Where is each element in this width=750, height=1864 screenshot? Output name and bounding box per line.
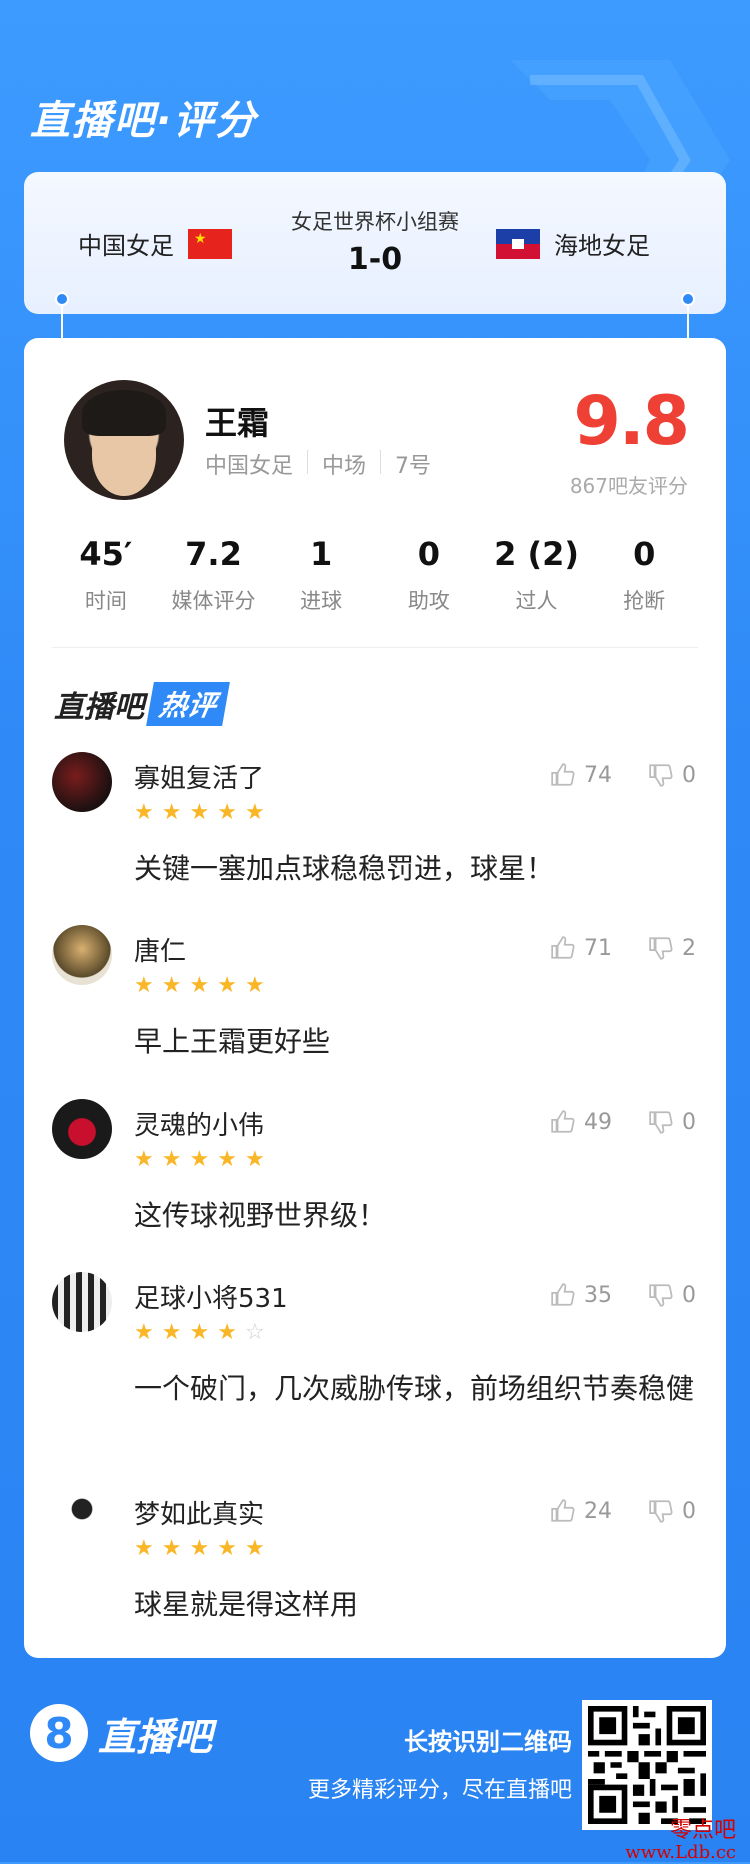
comment-username[interactable]: 足球小将531 <box>134 1278 288 1315</box>
stat-tackles: 0 抢断 <box>623 535 666 613</box>
like-button[interactable]: 49 <box>550 1109 612 1135</box>
like-button[interactable]: 35 <box>550 1282 612 1308</box>
comment-stars: ★ ★ ★ ★ ☆ <box>134 1322 265 1344</box>
star-icon: ★ <box>217 800 237 825</box>
comment-username[interactable]: 灵魂的小伟 <box>134 1105 264 1142</box>
player-meta: 中国女足 中场 7号 <box>205 448 431 480</box>
hot-comments-title: 直播吧 热评 <box>54 682 230 726</box>
haiti-flag-icon <box>496 228 540 259</box>
dislike-button[interactable]: 2 <box>648 935 696 961</box>
star-icon: ★ <box>244 1536 265 1561</box>
thumbs-down-icon <box>649 1111 673 1134</box>
comment-username[interactable]: 梦如此真实 <box>134 1494 264 1531</box>
star-icon: ★ <box>134 1536 154 1561</box>
thumbs-up-icon <box>551 763 575 786</box>
qr-subtitle: 更多精彩评分，尽在直播吧 <box>307 1778 572 1803</box>
user-avatar[interactable] <box>52 752 112 812</box>
star-icon: ★ <box>134 800 154 825</box>
comment-stars: ★ ★ ★ ★ ★ <box>134 975 265 997</box>
thumbs-down-icon <box>649 937 673 960</box>
star-icon: ★ <box>161 800 182 825</box>
comment-text: 一个破门，几次威胁传球，前场组织节奏稳健 <box>134 1372 695 1405</box>
star-icon: ★ <box>134 1320 154 1345</box>
thumbs-down-icon <box>649 1284 673 1307</box>
player-team: 中国女足 <box>205 454 294 479</box>
page-title: 直播吧·评分 <box>30 98 258 144</box>
comment-text: 这传球视野世界级！ <box>134 1199 387 1232</box>
watermark-text: 零点吧 <box>669 1818 736 1843</box>
star-icon: ★ <box>161 973 182 998</box>
user-avatar[interactable] <box>52 1488 112 1548</box>
thumbs-up-icon <box>551 1283 575 1306</box>
stat-dribbles: 2 (2) 过人 <box>494 535 579 613</box>
star-icon: ★ <box>189 1536 210 1561</box>
comment-text: 关键一塞加点球稳稳罚进，球星！ <box>134 852 555 885</box>
player-name: 王霜 <box>205 404 270 442</box>
star-icon: ★ <box>134 1147 154 1172</box>
divider <box>52 647 698 648</box>
stat-time: 45′ 时间 <box>79 535 133 613</box>
player-avatar <box>64 380 184 500</box>
star-icon: ★ <box>189 1320 210 1345</box>
stat-goals: 1 进球 <box>300 535 343 613</box>
like-button[interactable]: 74 <box>550 762 612 788</box>
star-icon: ★ <box>189 800 210 825</box>
player-number: 7号 <box>395 454 432 479</box>
star-icon: ★ <box>217 1147 237 1172</box>
comment-stars: ★ ★ ★ ★ ★ <box>134 1538 265 1560</box>
stat-media-rating: 7.2 媒体评分 <box>171 535 256 613</box>
thumbs-up-icon <box>551 936 575 959</box>
brand-logo-mark: 8 <box>30 1704 88 1762</box>
comment-username[interactable]: 唐仁 <box>134 931 186 968</box>
brand-logo: 8 直播吧 <box>30 1704 212 1762</box>
like-button[interactable]: 71 <box>550 935 612 961</box>
dislike-button[interactable]: 0 <box>648 1282 696 1308</box>
comment-username[interactable]: 寡姐复活了 <box>134 758 264 795</box>
star-icon: ★ <box>161 1147 182 1172</box>
thumbs-up-icon <box>551 1110 575 1133</box>
user-avatar[interactable] <box>52 1099 112 1159</box>
star-icon: ★ <box>217 973 237 998</box>
comment-stars: ★ ★ ★ ★ ★ <box>134 1149 265 1171</box>
dislike-button[interactable]: 0 <box>648 762 696 788</box>
star-empty-icon: ☆ <box>244 1320 265 1345</box>
star-icon: ★ <box>244 973 265 998</box>
brand-logo-text: 直播吧 <box>98 1714 213 1759</box>
comment-stars: ★ ★ ★ ★ ★ <box>134 802 265 824</box>
star-icon: ★ <box>217 1536 237 1561</box>
rating-count: 867吧友评分 <box>569 474 688 498</box>
dislike-button[interactable]: 0 <box>648 1109 696 1135</box>
watermark: 零点吧 www.Ldb.cc <box>625 1820 736 1864</box>
star-icon: ★ <box>244 1147 265 1172</box>
qr-title: 长按识别二维码 <box>404 1728 572 1756</box>
watermark-url: www.Ldb.cc <box>625 1842 736 1863</box>
dislike-button[interactable]: 0 <box>648 1498 696 1524</box>
thumbs-down-icon <box>649 1500 673 1523</box>
like-button[interactable]: 24 <box>550 1498 612 1524</box>
player-position: 中场 <box>322 454 367 479</box>
comment-text: 早上王霜更好些 <box>134 1025 331 1058</box>
user-avatar[interactable] <box>52 925 112 985</box>
qr-code[interactable] <box>582 1700 712 1830</box>
thumbs-down-icon <box>649 764 673 787</box>
star-icon: ★ <box>134 973 154 998</box>
player-rating: 9.8 <box>573 382 690 461</box>
thumbs-up-icon <box>551 1499 575 1522</box>
comment-text: 球星就是得这样用 <box>134 1588 359 1621</box>
player-stats: 45′ 时间 7.2 媒体评分 1 进球 0 助攻 2 (2) 过人 0 抢断 <box>52 535 698 615</box>
away-team-name: 海地女足 <box>554 232 650 260</box>
star-icon: ★ <box>244 800 265 825</box>
stat-assists: 0 助攻 <box>407 535 450 613</box>
star-icon: ★ <box>189 1147 210 1172</box>
qr-code-icon <box>588 1706 706 1824</box>
star-icon: ★ <box>161 1320 182 1345</box>
star-icon: ★ <box>189 973 210 998</box>
user-avatar[interactable] <box>52 1272 112 1332</box>
star-icon: ★ <box>161 1536 182 1561</box>
away-team: 海地女足 <box>496 226 650 261</box>
star-icon: ★ <box>217 1320 237 1345</box>
